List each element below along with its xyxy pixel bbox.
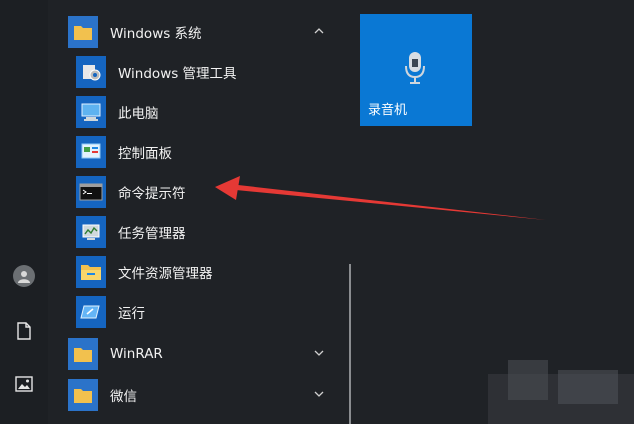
watermark-blur bbox=[488, 360, 634, 424]
